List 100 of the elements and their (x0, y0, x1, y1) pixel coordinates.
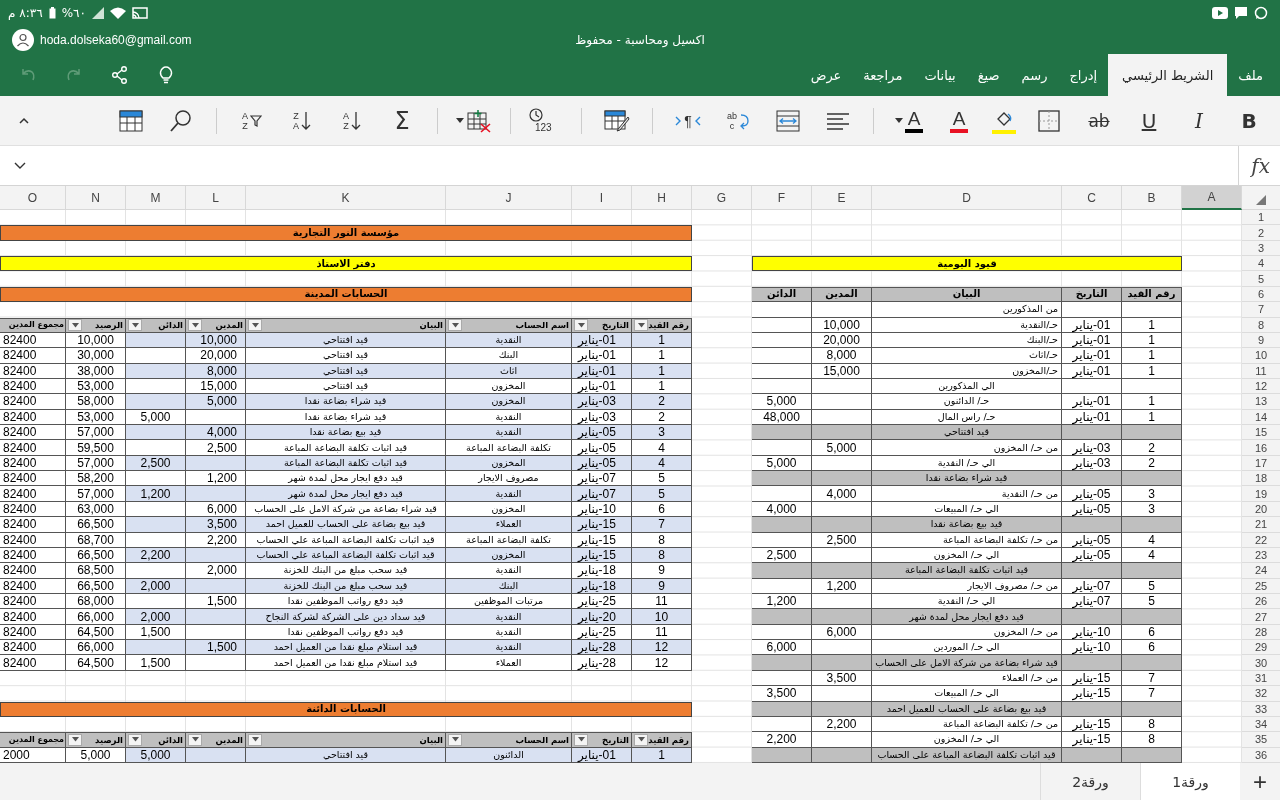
column-header[interactable]: J (446, 186, 572, 210)
table-cell (752, 348, 812, 364)
filter-button[interactable] (188, 319, 202, 332)
column-header[interactable]: L (186, 186, 246, 210)
column-header[interactable]: I (572, 186, 632, 210)
wrap-text-button[interactable]: ab c (721, 102, 755, 139)
table-cell: قيد دفع ايجار محل لمدة شهر (246, 471, 446, 487)
column-header[interactable]: F (752, 186, 812, 210)
table-cell (812, 425, 872, 441)
table-cell: 4,000 (812, 486, 872, 502)
ribbon-tab[interactable]: الشريط الرئيسي (1108, 54, 1228, 96)
number-format-button[interactable]: 123 (529, 102, 563, 139)
table-cell: قيد شراء بضاعة نقدا (872, 471, 1062, 487)
row-header[interactable]: 1 (1242, 210, 1280, 226)
column-header[interactable]: H (632, 186, 692, 210)
ribbon-tab[interactable]: صيغ (966, 54, 1011, 96)
table-cell: البنك (446, 348, 572, 364)
row-header[interactable]: 13 (1242, 394, 1280, 410)
column-header[interactable]: C (1062, 186, 1122, 210)
table-cell: النقدية (446, 563, 572, 579)
column-header[interactable]: D (872, 186, 1062, 210)
ribbon-tab[interactable]: ملف (1227, 54, 1274, 96)
row-header[interactable]: 2 (1242, 225, 1280, 241)
strikethrough-button[interactable]: ab (1082, 102, 1116, 139)
row-header[interactable]: 32 (1242, 686, 1280, 702)
row-header[interactable]: 30 (1242, 655, 1280, 671)
table-cell: 5,000 (752, 394, 812, 410)
ribbon-tab[interactable]: مراجعة (852, 54, 914, 96)
sheet-tab[interactable]: ورقة1 (1140, 763, 1240, 800)
filter-button[interactable] (68, 319, 82, 332)
add-sheet-button[interactable]: + (1240, 763, 1280, 800)
row-header[interactable]: 29 (1242, 640, 1280, 656)
column-header[interactable]: B (1122, 186, 1182, 210)
function-label[interactable]: fx (1251, 153, 1270, 178)
table-cell: 57,000 (66, 425, 126, 441)
filter-button[interactable] (574, 319, 588, 332)
battery-icon (48, 7, 56, 19)
table-cell: 6 (1122, 640, 1182, 656)
expand-icon[interactable] (14, 161, 26, 170)
filter-button[interactable] (448, 319, 462, 332)
column-header[interactable]: E (812, 186, 872, 210)
ribbon-tab[interactable]: عرض (799, 54, 853, 96)
row-header[interactable]: 16 (1242, 440, 1280, 456)
column-header[interactable]: K (246, 186, 446, 210)
table-cell (1122, 471, 1182, 487)
italic-button[interactable]: I (1182, 102, 1216, 139)
row-header[interactable]: 24 (1242, 563, 1280, 579)
row-header[interactable]: 21 (1242, 517, 1280, 533)
table-cell: قيد بيع بضاعة نقدا (872, 517, 1062, 533)
column-header[interactable]: N (66, 186, 126, 210)
table-cell: 15-يناير (1062, 686, 1122, 702)
sort-filter-button[interactable]: A Z (235, 102, 269, 139)
table-cell (1122, 517, 1182, 533)
table-cell: 5,000 (812, 440, 872, 456)
ribbon-tab[interactable]: رسم (1010, 54, 1059, 96)
autosum-button[interactable]: Σ (385, 102, 419, 139)
table-cell: 68,500 (66, 563, 126, 579)
select-all-icon[interactable] (1256, 195, 1266, 205)
column-header[interactable]: G (692, 186, 752, 210)
row-header[interactable]: 10 (1242, 348, 1280, 364)
sort-button[interactable]: A Z (335, 102, 369, 139)
sort-button[interactable]: Z A (285, 102, 319, 139)
column-header[interactable]: A (1182, 186, 1242, 210)
sheet-tab[interactable]: ورقة2 (1040, 763, 1140, 800)
row-header[interactable]: 18 (1242, 471, 1280, 487)
sheet-title: دفتر الاستاذ (0, 256, 692, 272)
table-cell: 82400 (0, 609, 66, 625)
table-cell: 12 (632, 640, 692, 656)
table-cell: 12 (632, 655, 692, 671)
table-cell (1122, 425, 1182, 441)
row-header[interactable]: 35 (1242, 732, 1280, 748)
table-cell: 5 (632, 486, 692, 502)
row-header[interactable]: 4 (1242, 256, 1280, 272)
table-cell: من حـ/ المخزون (872, 440, 1062, 456)
avatar-icon[interactable] (12, 29, 34, 51)
table-cell (752, 517, 812, 533)
table-icon (119, 109, 143, 132)
column-header[interactable]: O (0, 186, 66, 210)
ribbon-tab[interactable]: إدراج (1058, 54, 1109, 96)
filter-button[interactable] (128, 319, 142, 332)
column-header[interactable]: M (126, 186, 186, 210)
filter-button[interactable] (248, 319, 262, 332)
font-color-button[interactable]: A (892, 102, 926, 139)
text-direction-button[interactable]: ¶ (671, 102, 705, 139)
font-color-button[interactable]: A (942, 102, 976, 139)
row-header[interactable]: 15 (1242, 425, 1280, 441)
table-cell: 3 (1122, 486, 1182, 502)
filter-button[interactable] (634, 319, 648, 332)
table-cell: قيد بيع بضاعة نقدا (246, 425, 446, 441)
underline-button[interactable]: U (1132, 102, 1166, 139)
table-cell (126, 471, 186, 487)
row-header[interactable]: 19 (1242, 486, 1280, 502)
table-cell (1122, 563, 1182, 579)
ribbon-tab[interactable]: بيانات (913, 54, 967, 96)
bold-button[interactable]: B (1232, 102, 1266, 139)
table-cell: 10-يناير (1062, 640, 1122, 656)
row-header[interactable]: 7 (1242, 302, 1280, 318)
row-header[interactable]: 5 (1242, 271, 1280, 287)
table-cell: 05-يناير (572, 425, 632, 441)
row-header[interactable]: 27 (1242, 609, 1280, 625)
